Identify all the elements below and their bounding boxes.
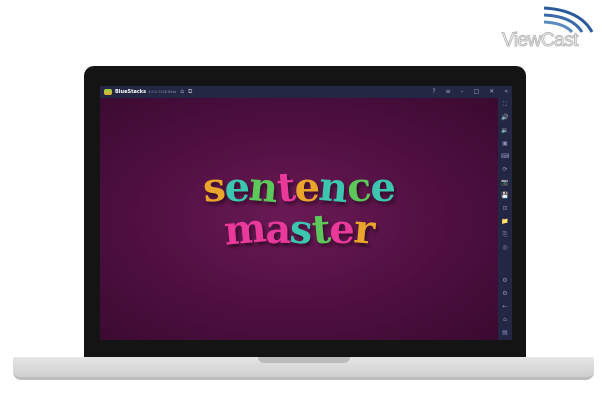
bluestacks-window: BlueStacks 4.0.0.7228 Beta ⌂ ⧉ ? ≡ – □ ✕…: [100, 86, 512, 340]
viewcast-watermark: ViewCast: [500, 4, 598, 52]
title-bar: BlueStacks 4.0.0.7228 Beta ⌂ ⧉ ? ≡ – □ ✕…: [100, 86, 512, 98]
bluestacks-logo-icon: [104, 89, 112, 95]
title-letter: t: [309, 205, 332, 254]
keyboard-icon[interactable]: ⌨: [501, 150, 510, 163]
recent-icon[interactable]: ▤: [502, 326, 508, 339]
copy-icon[interactable]: ⎘: [503, 228, 508, 241]
app-version: 4.0.0.7228 Beta: [148, 90, 177, 94]
menu-icon[interactable]: ≡: [446, 86, 451, 98]
help-icon[interactable]: ?: [432, 86, 435, 98]
multi-instance-icon[interactable]: ⧉: [188, 86, 192, 98]
collapse-icon[interactable]: «: [504, 86, 508, 98]
app-title: BlueStacks: [115, 89, 147, 95]
home-icon[interactable]: ⌂: [180, 86, 184, 98]
camera-icon[interactable]: 📷: [501, 176, 508, 189]
watermark-text: ViewCast: [502, 30, 579, 52]
settings-icon[interactable]: ⚙: [502, 274, 507, 287]
game-screen[interactable]: sentence master: [100, 98, 498, 340]
title-letter: a: [265, 206, 291, 253]
laptop-notch: [258, 357, 350, 363]
home2-icon[interactable]: ⌂: [503, 313, 507, 326]
screenshot-icon[interactable]: ⊡: [502, 202, 507, 215]
back-icon[interactable]: ←: [502, 300, 507, 313]
title-letter: e: [224, 164, 250, 211]
settings2-icon[interactable]: ⚙: [502, 287, 507, 300]
laptop-base: [13, 357, 594, 380]
location-icon[interactable]: ◎: [502, 241, 507, 254]
rotate-icon[interactable]: ⟳: [502, 163, 507, 176]
maximize-icon[interactable]: □: [474, 86, 480, 98]
save-icon[interactable]: 💾: [501, 189, 508, 202]
title-letter: e: [370, 164, 396, 211]
title-letter: s: [201, 163, 227, 212]
title-letter: r: [351, 205, 376, 254]
close-icon[interactable]: ✕: [489, 86, 494, 98]
volume-up-icon[interactable]: 🔊: [501, 111, 508, 124]
minimize-icon[interactable]: –: [461, 86, 464, 98]
game-title-line1: sentence: [100, 163, 498, 212]
right-toolbar: ⛶ 🔊 🔉 ▣ ⌨ ⟳ 📷 💾 ⊡ 📁 ⎘ ◎ ⚙ ⚙ ← ⌂ ▤: [498, 98, 512, 340]
record-icon[interactable]: ▣: [502, 137, 508, 150]
title-letter: e: [329, 206, 354, 253]
title-letter: e: [294, 164, 320, 211]
title-letter: m: [222, 204, 268, 255]
fullscreen-icon[interactable]: ⛶: [503, 98, 507, 111]
folder-icon[interactable]: 📁: [501, 215, 508, 228]
game-title-line2: master: [100, 204, 498, 255]
volume-down-icon[interactable]: 🔉: [501, 124, 508, 137]
